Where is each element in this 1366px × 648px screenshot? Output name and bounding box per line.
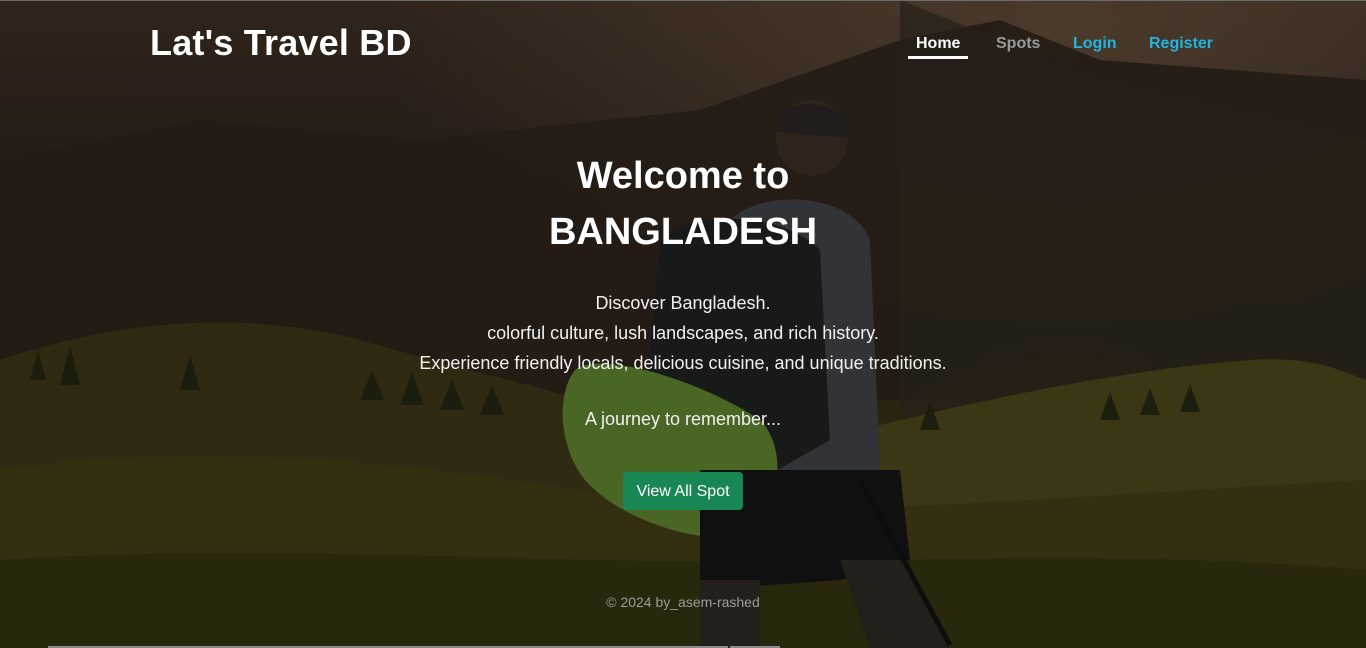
hero-description: Discover Bangladesh. colorful culture, l… [0, 288, 1366, 378]
hero-title-line2: BANGLADESH [548, 211, 818, 253]
view-all-spot-button[interactable]: View All Spot [623, 472, 743, 510]
hero-content: Welcome to BANGLADESH Discover Banglades… [0, 148, 1366, 430]
hero-title-line1: Welcome to [576, 155, 790, 197]
hero-tagline: A journey to remember... [584, 409, 782, 429]
nav-active-underline [908, 56, 968, 59]
hero-desc-line3: Experience friendly locals, delicious cu… [419, 353, 947, 373]
nav-register-link[interactable]: Register [1149, 33, 1213, 61]
footer-copyright: © 2024 by_asem-rashed [606, 594, 760, 610]
nav-spots-link[interactable]: Spots [996, 33, 1040, 61]
top-border [0, 0, 1366, 1]
hero-desc-line2: colorful culture, lush landscapes, and r… [487, 323, 879, 343]
site-brand[interactable]: Lat's Travel BD [150, 22, 412, 64]
hero-desc-line1: Discover Bangladesh. [595, 293, 771, 313]
hero-section: Lat's Travel BD Home Spots Login Registe… [0, 0, 1366, 648]
nav-login-link[interactable]: Login [1073, 33, 1117, 61]
